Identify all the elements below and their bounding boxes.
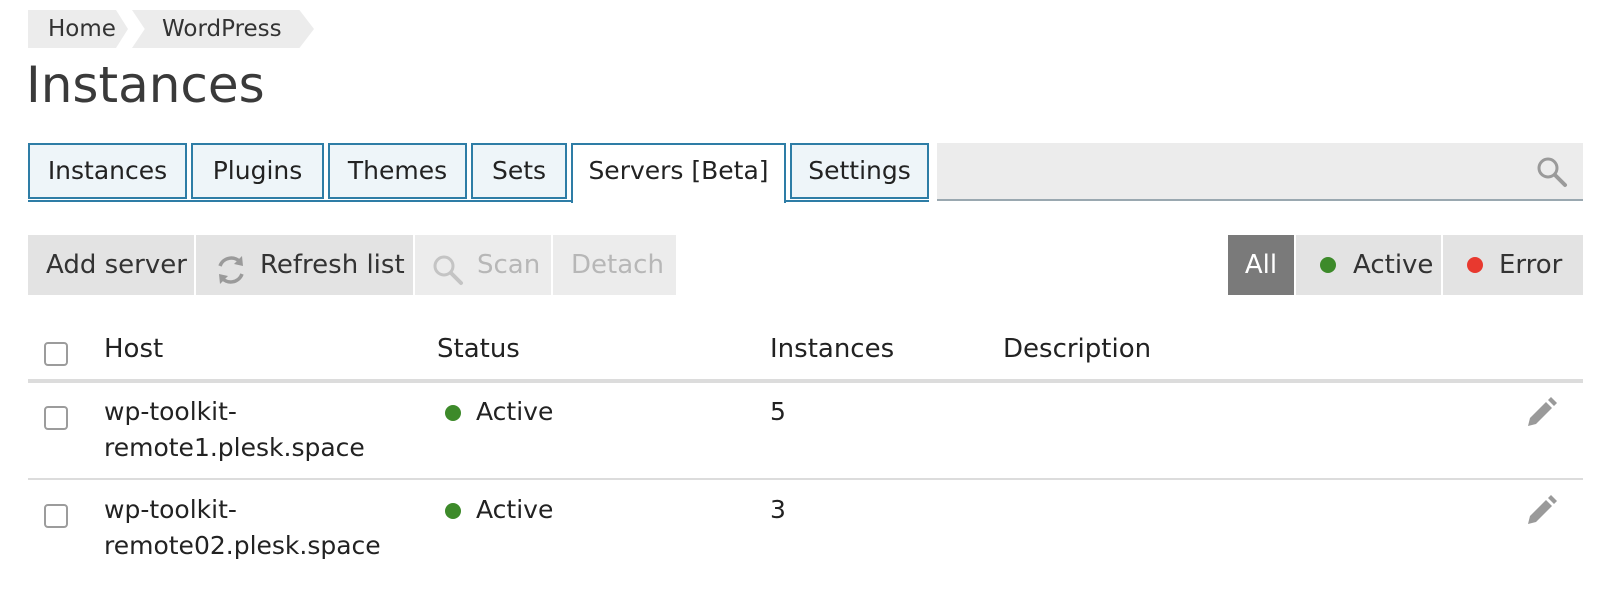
scan-label: Scan xyxy=(477,250,541,280)
column-header-status[interactable]: Status xyxy=(437,334,520,364)
tabs-underline-right xyxy=(786,200,929,202)
filter-all[interactable]: All xyxy=(1228,235,1294,295)
search-icon[interactable] xyxy=(1535,155,1569,193)
tab-sets[interactable]: Sets xyxy=(471,143,567,199)
select-all-checkbox[interactable] xyxy=(44,342,68,366)
refresh-list-label: Refresh list xyxy=(260,250,405,280)
active-status-dot-icon xyxy=(445,503,461,519)
filter-error[interactable]: Error xyxy=(1443,235,1583,295)
pencil-icon[interactable] xyxy=(1524,494,1558,532)
status-cell: Active xyxy=(476,495,554,524)
scan-button[interactable]: Scan xyxy=(415,235,551,295)
row-checkbox[interactable] xyxy=(44,406,68,430)
active-status-dot-icon xyxy=(445,405,461,421)
column-header-host[interactable]: Host xyxy=(104,334,163,364)
page-title: Instances xyxy=(26,56,265,114)
search-input[interactable] xyxy=(937,143,1583,201)
filter-error-label: Error xyxy=(1499,250,1563,280)
tab-settings[interactable]: Settings xyxy=(790,143,929,199)
tab-servers-beta[interactable]: Servers [Beta] xyxy=(571,143,786,203)
breadcrumb-home[interactable]: Home xyxy=(28,10,128,48)
add-server-button[interactable]: Add server xyxy=(28,235,194,295)
row-checkbox[interactable] xyxy=(44,504,68,528)
add-server-label: Add server xyxy=(46,250,187,280)
table-header-divider xyxy=(28,379,1583,383)
instances-cell[interactable]: 3 xyxy=(770,492,786,528)
detach-button[interactable]: Detach xyxy=(553,235,676,295)
row-divider xyxy=(28,478,1583,480)
host-cell[interactable]: wp-toolkit- remote1.plesk.space xyxy=(104,394,404,466)
refresh-icon xyxy=(214,249,248,309)
refresh-list-button[interactable]: Refresh list xyxy=(196,235,413,295)
filter-all-label: All xyxy=(1244,250,1278,280)
search-icon xyxy=(431,249,465,309)
detach-label: Detach xyxy=(571,250,664,280)
pencil-icon[interactable] xyxy=(1524,396,1558,434)
tabs-underline-left xyxy=(28,200,571,202)
breadcrumb-wordpress[interactable]: WordPress xyxy=(132,10,314,48)
tab-instances[interactable]: Instances xyxy=(28,143,187,199)
filter-active[interactable]: Active xyxy=(1296,235,1441,295)
status-cell: Active xyxy=(476,397,554,426)
column-header-instances[interactable]: Instances xyxy=(770,334,894,364)
instances-cell[interactable]: 5 xyxy=(770,394,786,430)
filter-active-label: Active xyxy=(1353,250,1434,280)
host-cell[interactable]: wp-toolkit- remote02.plesk.space xyxy=(104,492,404,564)
tab-plugins[interactable]: Plugins xyxy=(191,143,324,199)
error-status-dot-icon xyxy=(1467,257,1483,273)
tab-themes[interactable]: Themes xyxy=(328,143,467,199)
column-header-description[interactable]: Description xyxy=(1003,334,1151,364)
active-status-dot-icon xyxy=(1320,257,1336,273)
